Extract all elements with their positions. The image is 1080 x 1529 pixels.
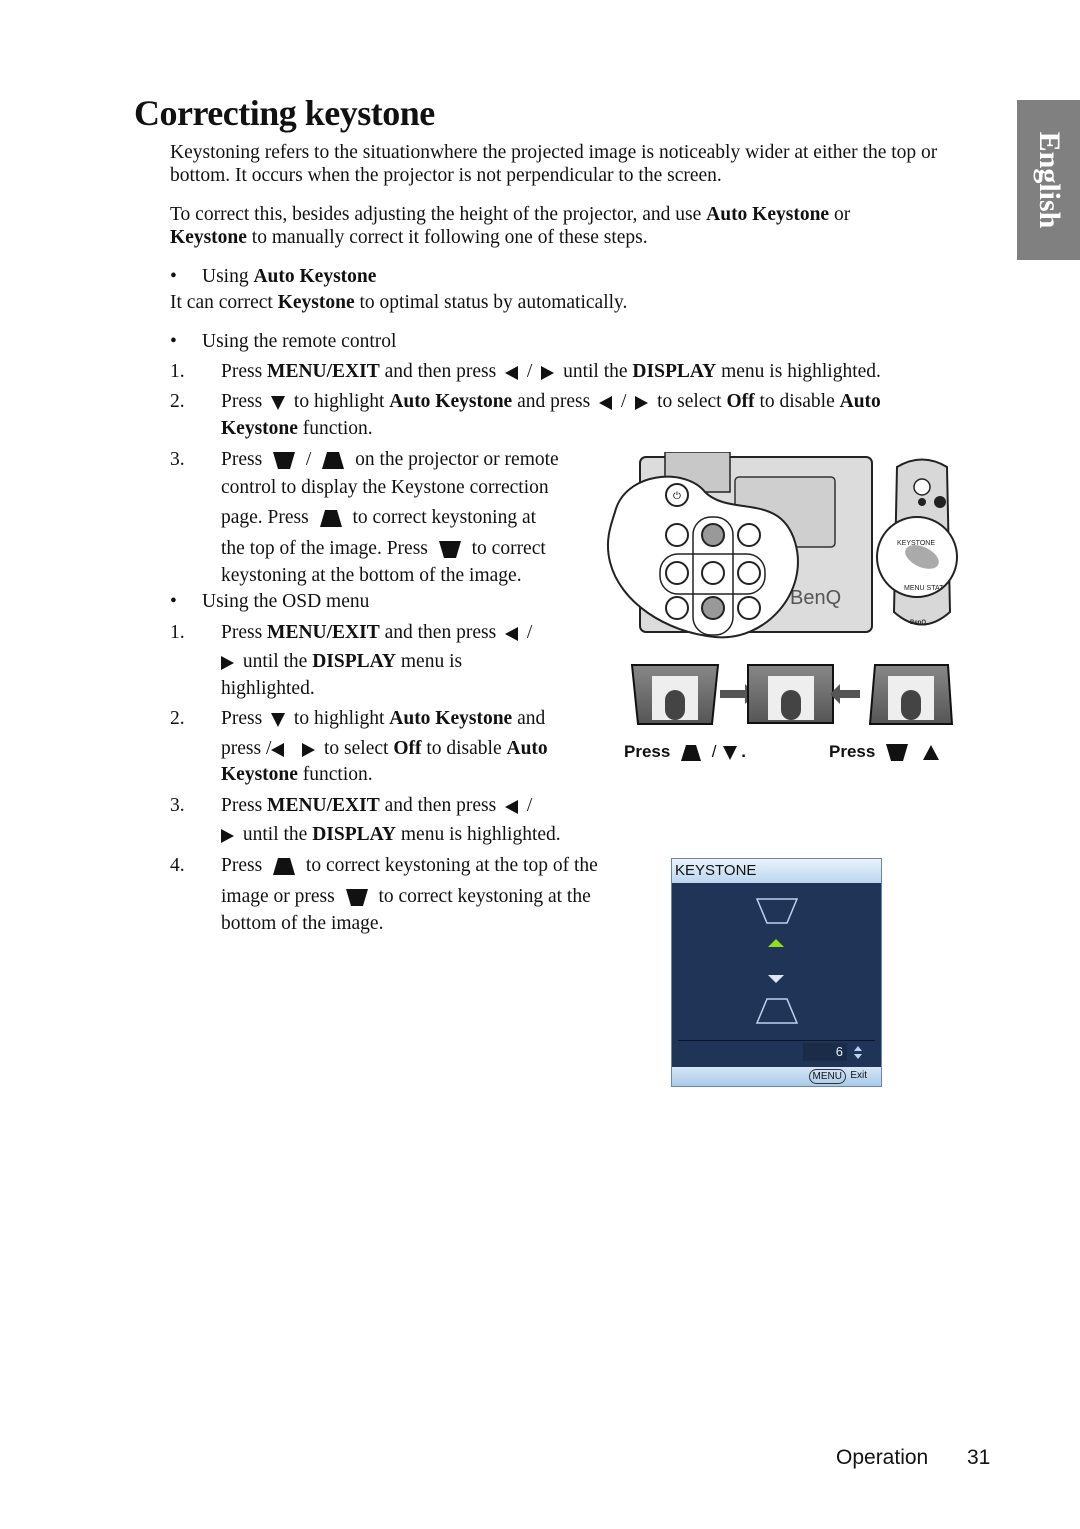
language-tab-label: English [1032, 131, 1066, 229]
exit-label: Exit [850, 1070, 867, 1081]
osd-title: KEYSTONE [672, 859, 881, 883]
keystone-down-icon [886, 744, 909, 762]
remote-step-3-number: 3. [170, 449, 185, 470]
osd-step-4-number: 4. [170, 855, 185, 876]
left-arrow-icon [505, 365, 519, 380]
keystone-up-icon [273, 858, 296, 876]
keystone-up-icon [681, 744, 702, 761]
osd-step-1-number: 1. [170, 622, 185, 643]
down-arrow-icon [723, 745, 738, 760]
osd-step-2-line-2: press / to select Off to disable Auto [221, 738, 548, 759]
osd-divider [678, 1040, 875, 1041]
remote-step-2-cont: Keystone function. [221, 418, 373, 439]
remote-step-3-line-5: keystoning at the bottom of the image. [221, 565, 522, 586]
osd-step-3-line-2: until the DISPLAY menu is highlighted. [221, 823, 561, 846]
down-arrow-icon [271, 395, 286, 410]
remote-step-3-line-2: control to display the Keystone correcti… [221, 477, 549, 498]
keystone-down-icon [345, 889, 368, 907]
keystone-down-arrow-icon[interactable] [768, 975, 784, 983]
keystone-up-icon [322, 452, 345, 470]
osd-step-4-line-1: Press to correct keystoning at the top o… [221, 855, 598, 876]
footer-section: Operation [836, 1446, 929, 1469]
arrow-left-icon [830, 684, 860, 704]
remote-step-3-line-3: page. Press to correct keystoning at [221, 507, 537, 528]
osd-step-1-line-2: until the DISPLAY menu is [221, 650, 462, 673]
bullet-remote: • [170, 331, 177, 352]
osd-step-2-number: 2. [170, 708, 185, 729]
keystone-down-icon [438, 541, 461, 559]
power-button: ⏻ [665, 483, 689, 507]
language-tab: English [1017, 100, 1080, 260]
press-label-right: Press [829, 742, 943, 762]
keystone-bottom-shape-icon [755, 998, 799, 1024]
up-arrow-icon [922, 745, 939, 761]
remote-control-illustration: KEYSTONE MENU STAT BenQ [876, 458, 958, 626]
keystone-up-arrow-icon[interactable] [768, 939, 784, 947]
svg-text:⏻: ⏻ [673, 491, 681, 502]
osd-footer: MENU Exit [672, 1067, 881, 1086]
left-arrow-icon [505, 626, 519, 641]
remote-step-2: Press to highlight Auto Keystone and pre… [221, 391, 881, 412]
remote-step-1: Press MENU/EXIT and then press / until t… [221, 361, 881, 382]
osd-step-3-number: 3. [170, 795, 185, 816]
keystone-top-shape-icon [755, 898, 799, 924]
intro-paragraph-1: Keystoning refers to the situationwhere … [170, 142, 938, 186]
bullet-auto-keystone: • [170, 266, 177, 287]
osd-step-2-line-3: Keystone function. [221, 764, 373, 785]
right-arrow-icon [221, 828, 234, 843]
remote-step-3-line-4: the top of the image. Press to correct [221, 538, 546, 559]
osd-heading: Using the OSD menu [202, 591, 370, 612]
remote-step-3-line-1: Press / on the projector or remote [221, 449, 559, 470]
osd-step-1-line-3: highlighted. [221, 678, 315, 699]
keystone-down-icon [273, 452, 296, 470]
osd-step-2-line-1: Press to highlight Auto Keystone and [221, 708, 546, 729]
remote-step-1-number: 1. [170, 361, 185, 382]
keystone-correction-demo [630, 664, 954, 725]
right-arrow-icon [302, 742, 316, 757]
projector-control-panel-illustration: BenQ ⏻ [606, 452, 873, 639]
menu-key-badge[interactable]: MENU [808, 1069, 846, 1084]
auto-keystone-heading: Using Auto Keystone [202, 266, 377, 287]
page-number: 31 [967, 1446, 991, 1469]
osd-keystone-controls [755, 898, 799, 1024]
page-title: Correcting keystone [134, 93, 435, 133]
svg-text:MENU STAT: MENU STAT [904, 585, 944, 592]
svg-text:BenQ: BenQ [910, 620, 926, 626]
remote-step-2-number: 2. [170, 391, 185, 412]
bullet-osd: • [170, 591, 177, 612]
auto-keystone-text: It can correct Keystone to optimal statu… [170, 292, 628, 313]
keystone-value[interactable]: 6 [803, 1043, 847, 1061]
osd-step-4-line-2: image or press to correct keystoning at … [221, 886, 591, 907]
osd-step-3-line-1: Press MENU/EXIT and then press / [221, 795, 533, 816]
press-label-left: Press / . [624, 742, 746, 761]
right-arrow-icon [635, 395, 649, 410]
value-spinner-icon[interactable] [853, 1045, 863, 1060]
right-arrow-icon [541, 365, 555, 380]
intro-paragraph-2: To correct this, besides adjusting the h… [170, 204, 851, 248]
brand-logo: BenQ [790, 587, 841, 609]
osd-step-1-line-1: Press MENU/EXIT and then press / [221, 622, 533, 643]
left-arrow-icon [271, 742, 285, 757]
osd-step-4-line-3: bottom of the image. [221, 913, 384, 934]
keystone-up-icon [319, 510, 342, 528]
right-arrow-icon [221, 655, 234, 670]
keystone-image-bottom-wide [868, 664, 954, 725]
keystone-osd-panel: KEYSTONE 6 MENU Exit [671, 858, 882, 1087]
keystone-image-corrected [747, 664, 834, 724]
left-arrow-icon [505, 799, 519, 814]
left-arrow-icon [599, 395, 613, 410]
keystone-image-top-wide [630, 664, 720, 725]
down-arrow-icon [271, 712, 286, 727]
remote-heading: Using the remote control [202, 331, 397, 352]
